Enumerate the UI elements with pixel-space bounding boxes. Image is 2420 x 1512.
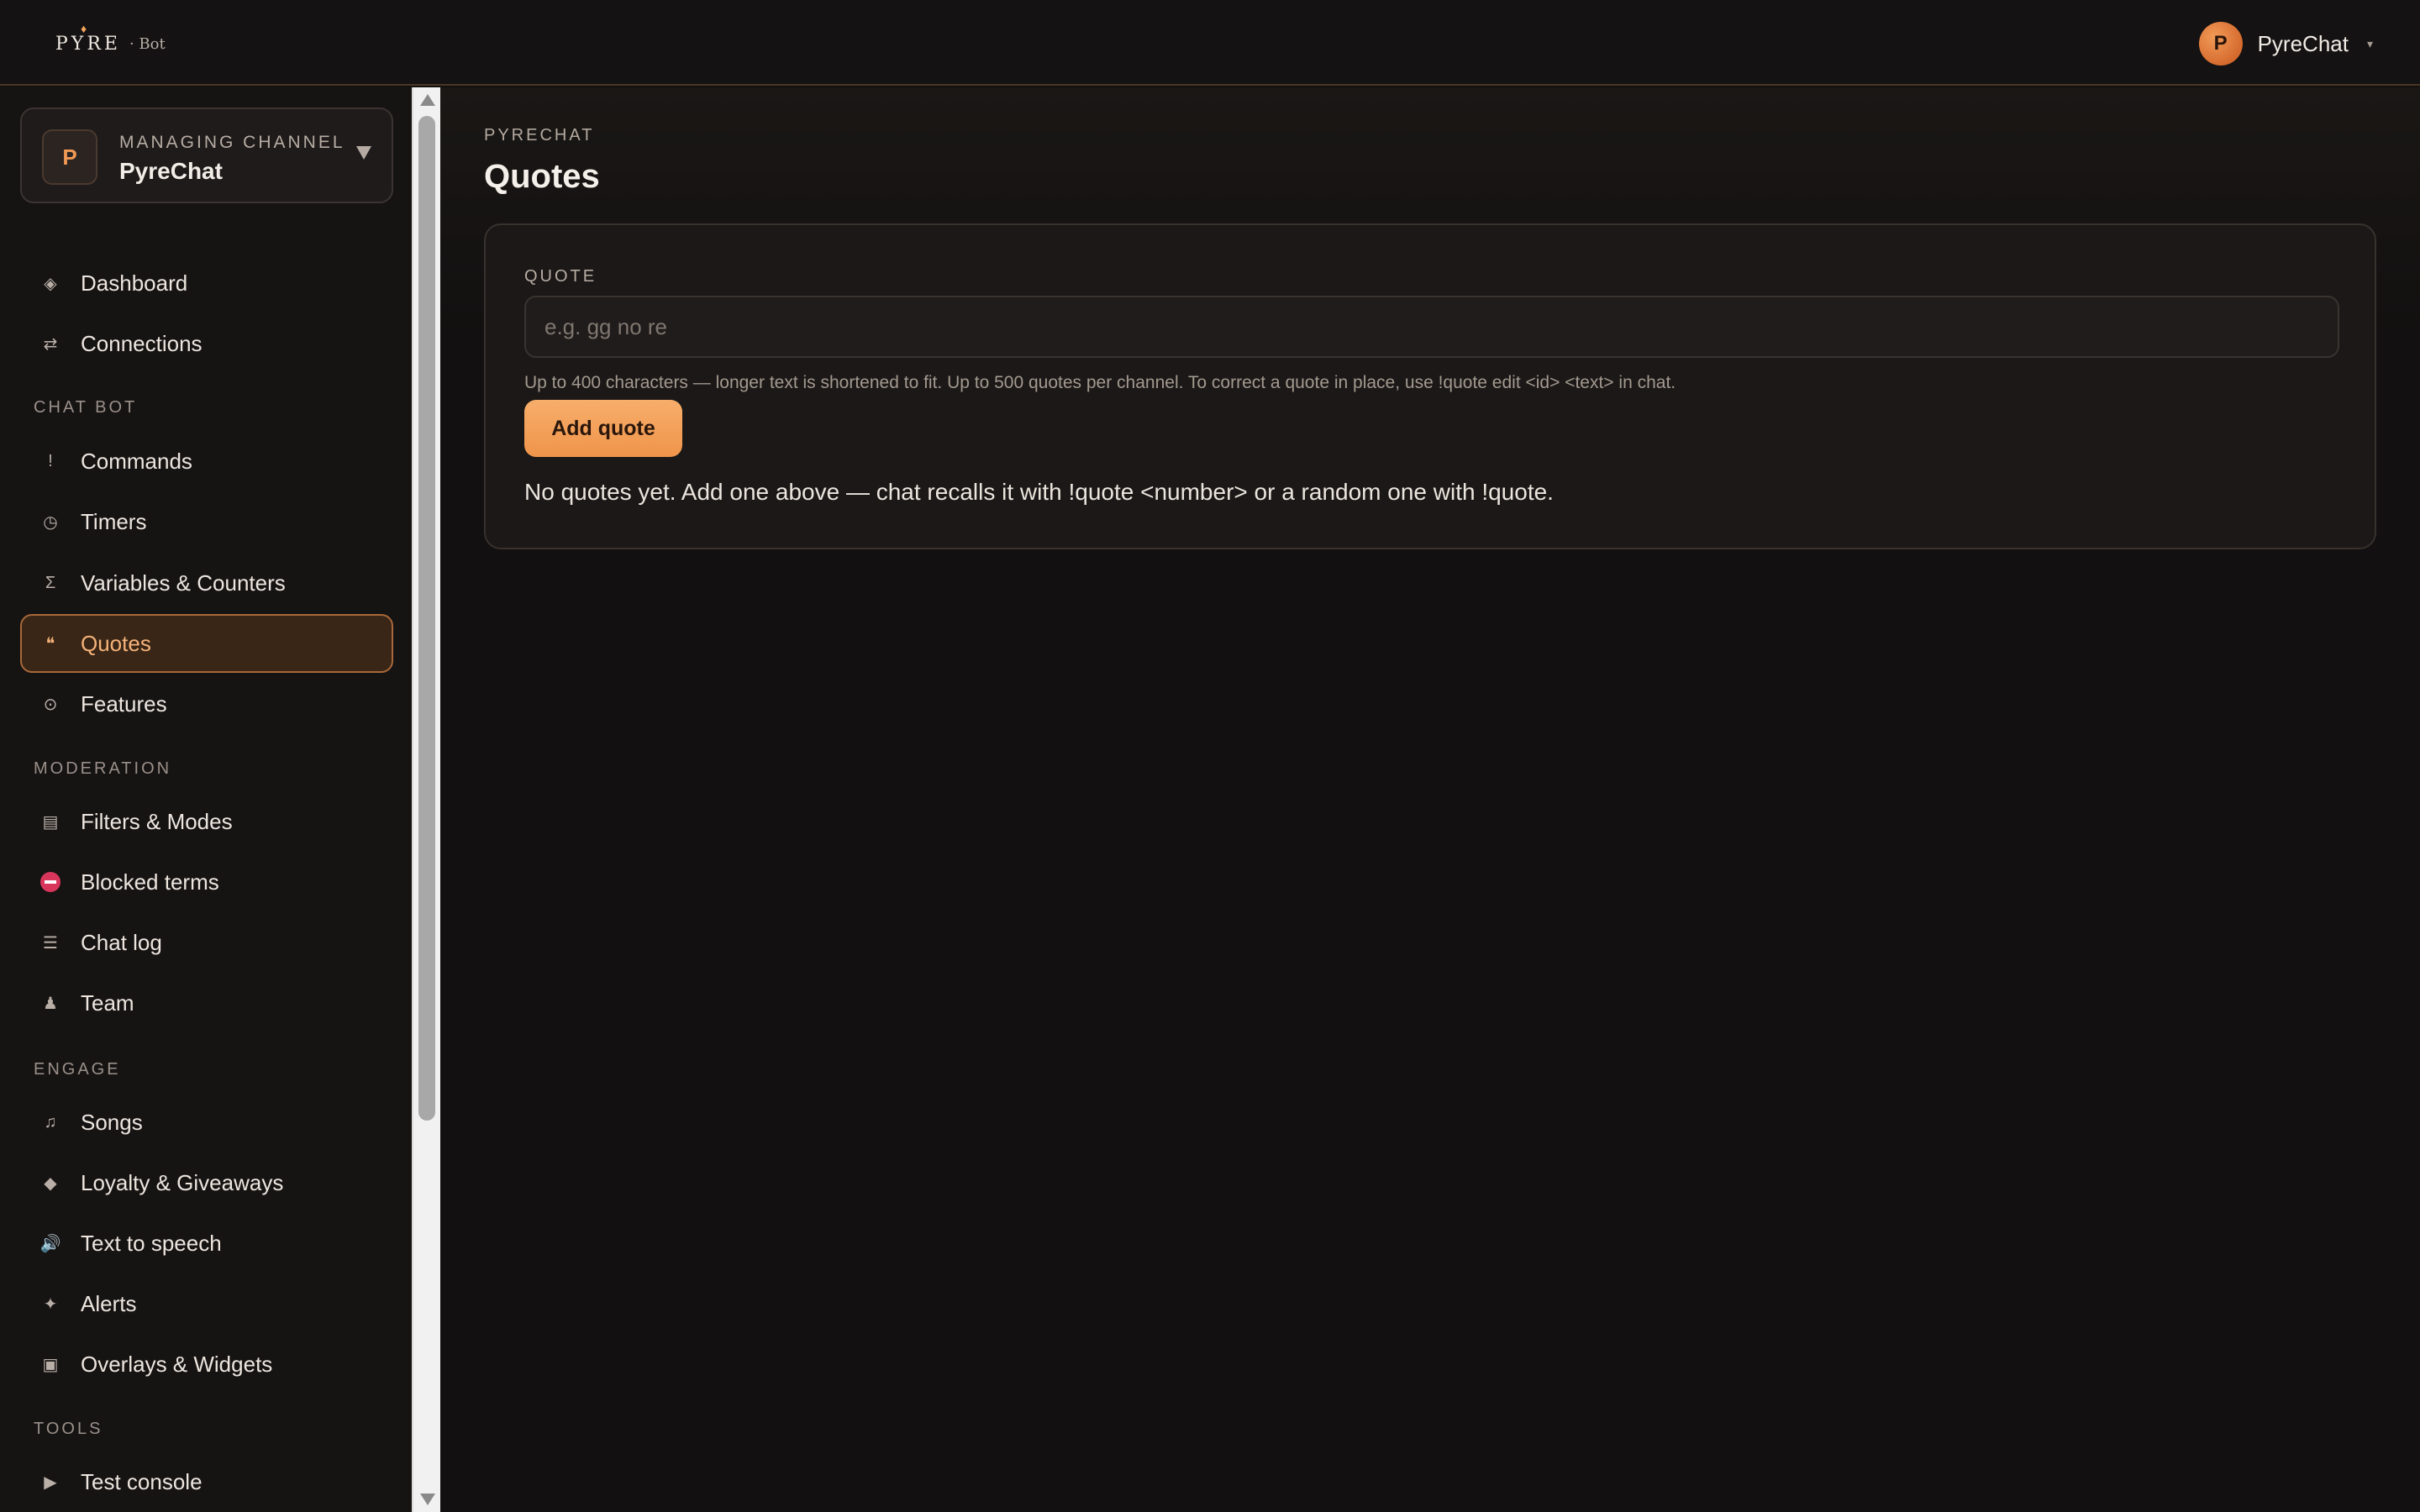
sidebar-item-label: Commands — [81, 448, 192, 474]
scroll-up-arrow-icon[interactable] — [420, 94, 435, 106]
section-title-chat-bot: Chat bot — [34, 398, 138, 417]
sidebar-item-filters[interactable]: ▤ Filters & Modes — [20, 792, 393, 851]
flame-icon: ♦ — [81, 22, 87, 35]
pyre-bot-logo[interactable]: PYRE ♦ · Bot — [55, 22, 166, 57]
add-quote-button[interactable]: Add quote — [524, 400, 682, 457]
channel-name: PyreChat — [119, 158, 223, 184]
quote-field-label: Quote — [524, 267, 597, 286]
sparkle-icon: ✦ — [43, 1294, 58, 1314]
breadcrumb: PyreChat — [484, 126, 595, 144]
sidebar-item-label: Loyalty & Giveaways — [81, 1169, 284, 1195]
sidebar-item-loyalty[interactable]: ◆ Loyalty & Giveaways — [20, 1153, 393, 1212]
sidebar-item-label: Songs — [81, 1109, 143, 1135]
sidebar-item-label: Team — [81, 990, 134, 1016]
play-icon: ▶ — [44, 1473, 57, 1492]
person-icon: ♟ — [43, 994, 58, 1013]
sidebar-item-label: Connections — [81, 330, 203, 356]
sidebar-item-tts[interactable]: 🔊 Text to speech — [20, 1214, 393, 1273]
connections-icon: ⇄ — [43, 334, 58, 354]
sidebar-item-connections[interactable]: ⇄ Connections — [20, 314, 393, 373]
user-avatar: P — [2198, 22, 2243, 66]
channel-switcher[interactable]: P Managing channel PyreChat — [20, 108, 393, 203]
add-quote-panel: Quote Up to 400 characters — longer text… — [484, 223, 2376, 549]
channel-label: Managing channel — [119, 133, 345, 152]
sidebar-scrollbar[interactable] — [412, 87, 440, 1512]
sidebar-item-label: Chat log — [81, 929, 162, 955]
sidebar-item-label: Blocked terms — [81, 869, 219, 895]
top-bar: PYRE ♦ · Bot P PyreChat ▾ — [0, 0, 2420, 86]
sidebar-item-label: Text to speech — [81, 1230, 222, 1256]
features-icon: ⊙ — [43, 695, 58, 714]
widget-icon: ▣ — [42, 1355, 59, 1374]
quote-icon: ❝ — [45, 634, 55, 654]
section-title-engage: Engage — [34, 1060, 121, 1079]
sidebar-item-team[interactable]: ♟ Team — [20, 974, 393, 1032]
sidebar-item-quotes[interactable]: ❝ Quotes — [20, 614, 393, 673]
sidebar-item-label: Test console — [81, 1468, 203, 1494]
list-icon: ☰ — [43, 933, 58, 953]
sidebar-item-label: Overlays & Widgets — [81, 1351, 273, 1377]
sidebar-item-commands[interactable]: ! Commands — [20, 432, 393, 491]
sidebar-item-alerts[interactable]: ✦ Alerts — [20, 1274, 393, 1333]
main-content: PyreChat Quotes Quote Up to 400 characte… — [440, 87, 2420, 1512]
logo-wordmark: PYRE — [55, 33, 121, 55]
sidebar-item-chat-log[interactable]: ☰ Chat log — [20, 913, 393, 972]
sidebar-item-label: Quotes — [81, 630, 151, 656]
sidebar-item-label: Dashboard — [81, 270, 188, 296]
clock-icon: ◷ — [43, 512, 58, 532]
sidebar: P Managing channel PyreChat ◈ Dashboard … — [0, 87, 412, 1512]
sidebar-item-label: Alerts — [81, 1290, 137, 1316]
diamond-icon: ◆ — [44, 1173, 57, 1193]
chevron-down-icon: ▾ — [2366, 36, 2373, 50]
sidebar-item-features[interactable]: ⊙ Features — [20, 675, 393, 733]
sidebar-item-test-console[interactable]: ▶ Test console — [20, 1452, 393, 1511]
exclamation-icon: ! — [48, 451, 53, 470]
user-name: PyreChat — [2257, 30, 2349, 56]
scroll-thumb[interactable] — [418, 116, 435, 1121]
section-title-tools: Tools — [34, 1420, 103, 1438]
sidebar-item-label: Features — [81, 690, 167, 717]
page-title: Quotes — [484, 158, 600, 195]
quote-help-text: Up to 400 characters — longer text is sh… — [524, 373, 1676, 392]
dashboard-icon: ◈ — [44, 274, 57, 293]
sidebar-item-timers[interactable]: ◷ Timers — [20, 492, 393, 551]
sidebar-item-variables[interactable]: Σ Variables & Counters — [20, 554, 393, 612]
chevron-down-icon — [356, 146, 371, 160]
music-note-icon: ♫ — [44, 1112, 57, 1131]
sigma-icon: Σ — [45, 573, 56, 592]
sidebar-item-blocked-terms[interactable]: Blocked terms — [20, 853, 393, 911]
sidebar-item-label: Variables & Counters — [81, 570, 286, 596]
empty-state-text: No quotes yet. Add one above — chat reca… — [524, 479, 1554, 505]
filter-icon: ▤ — [42, 812, 59, 832]
sidebar-item-label: Timers — [81, 508, 147, 534]
quote-input[interactable] — [524, 296, 2339, 358]
section-title-moderation: Moderation — [34, 759, 172, 778]
speaker-icon: 🔊 — [39, 1234, 61, 1253]
sidebar-item-overlays[interactable]: ▣ Overlays & Widgets — [20, 1335, 393, 1394]
sidebar-item-dashboard[interactable]: ◈ Dashboard — [20, 254, 393, 312]
channel-avatar: P — [42, 129, 97, 185]
no-entry-icon — [34, 872, 67, 892]
logo-subtitle: · Bot — [129, 34, 166, 53]
user-menu[interactable]: P PyreChat ▾ — [2198, 22, 2373, 66]
scroll-down-arrow-icon[interactable] — [420, 1494, 435, 1505]
sidebar-item-songs[interactable]: ♫ Songs — [20, 1093, 393, 1152]
sidebar-item-label: Filters & Modes — [81, 808, 233, 834]
